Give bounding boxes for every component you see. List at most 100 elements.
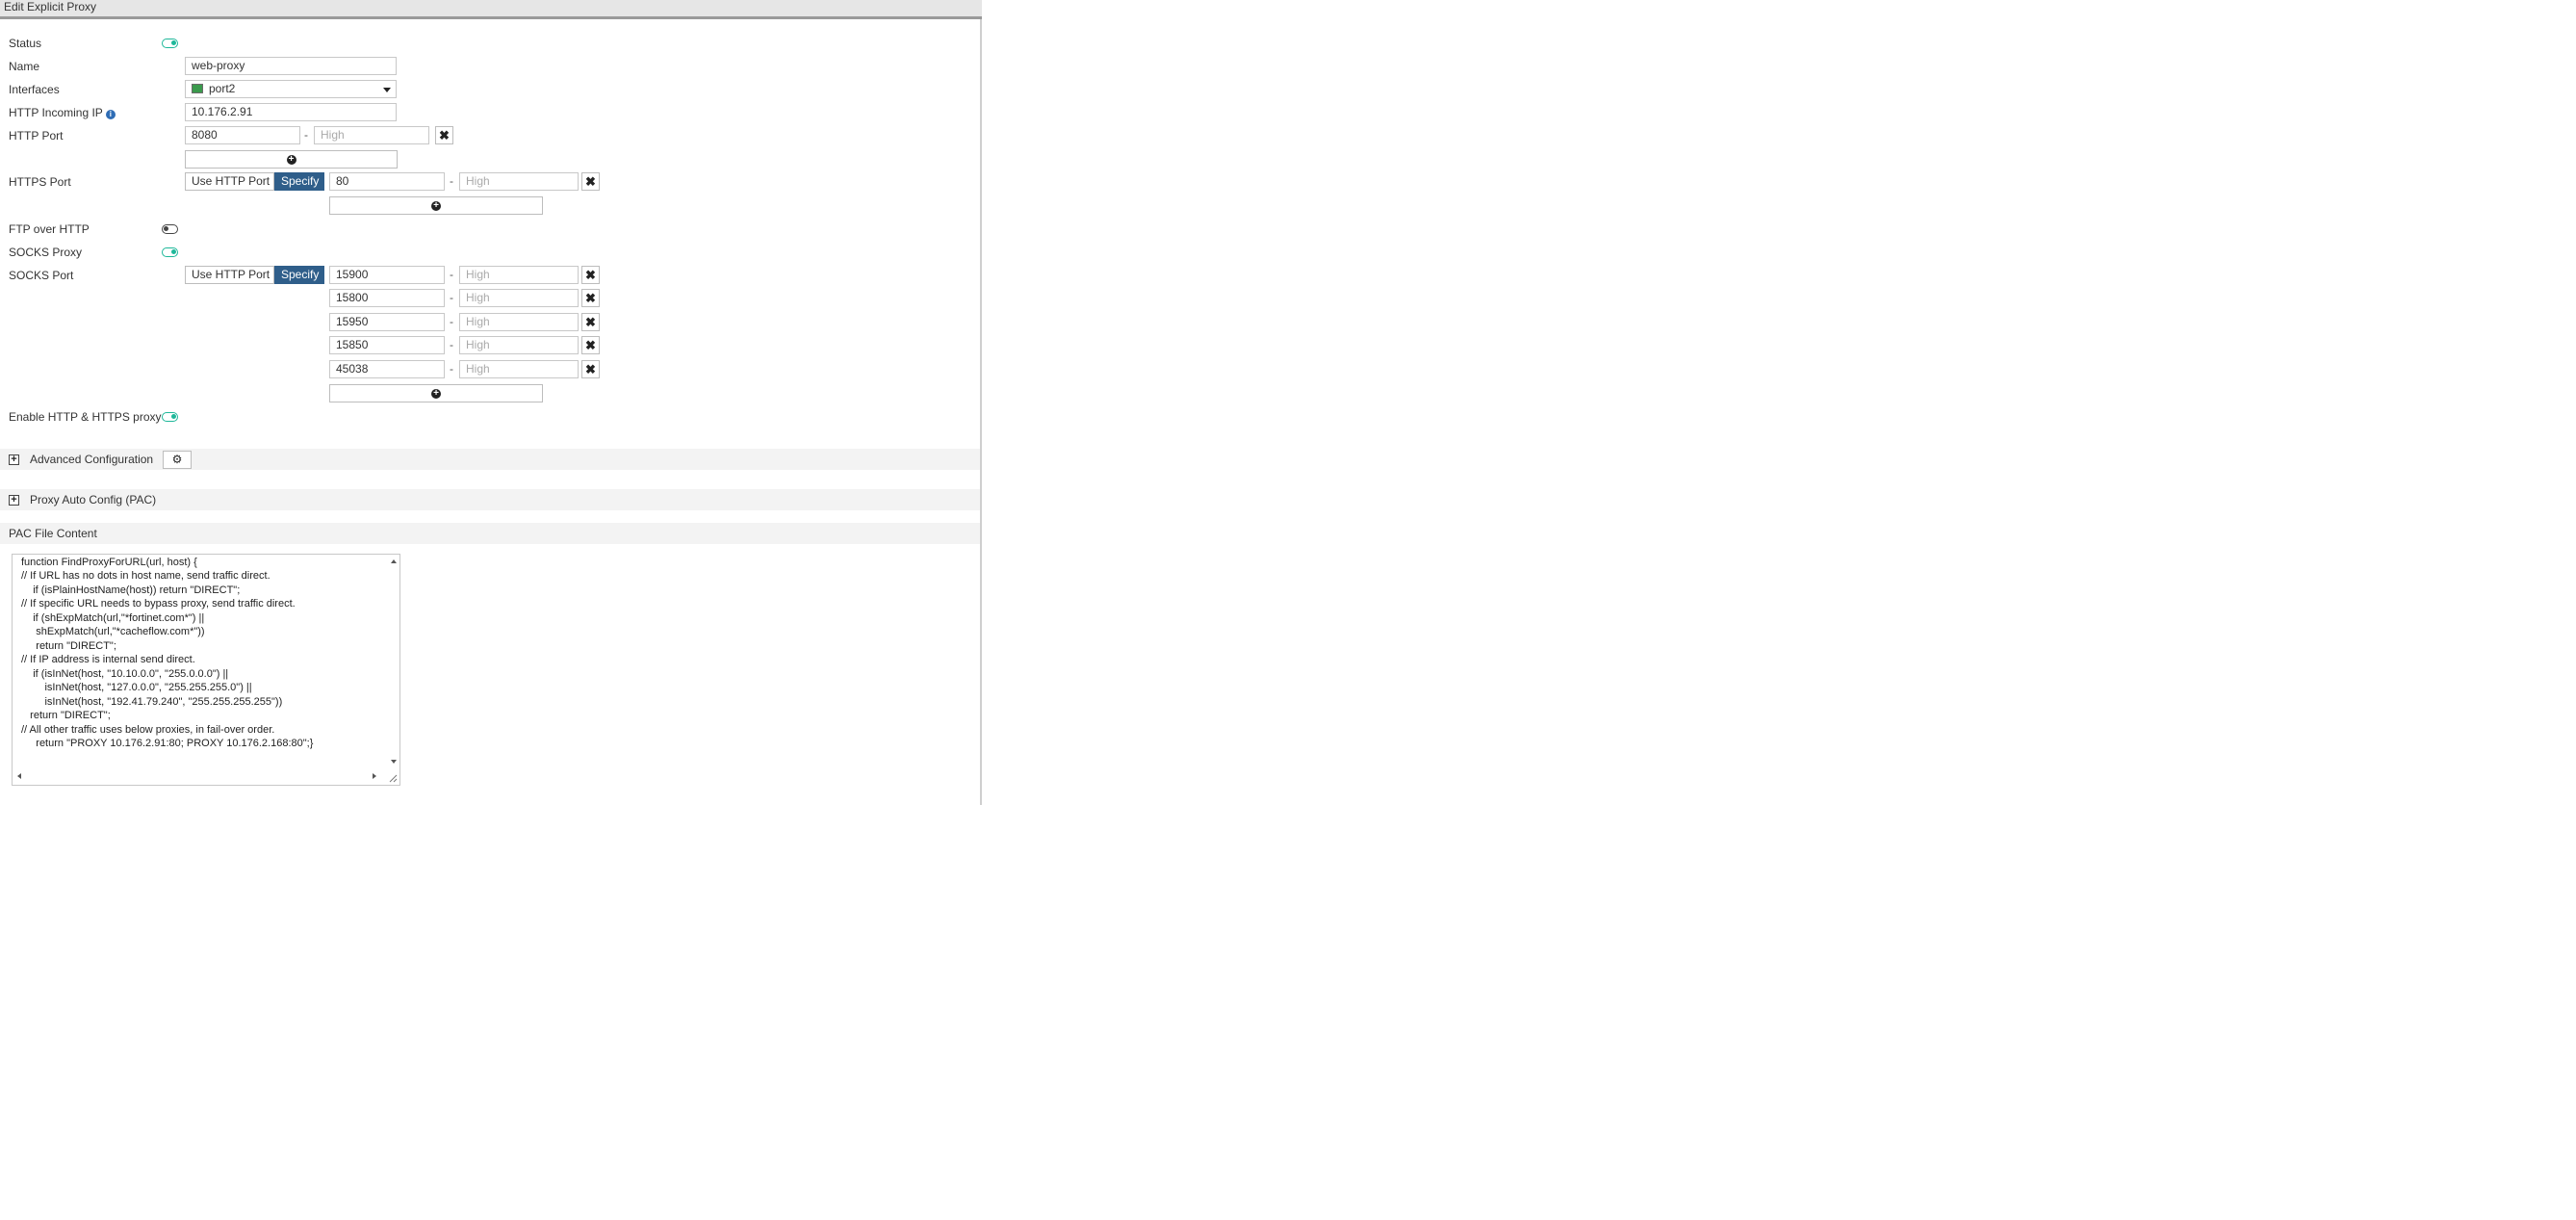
info-icon[interactable]: i bbox=[105, 110, 116, 119]
socks-port-use-http-button[interactable]: Use HTTP Port bbox=[185, 266, 274, 284]
range-separator: - bbox=[450, 291, 453, 304]
pac-line: if (shExpMatch(url,"*fortinet.com*") || bbox=[21, 612, 205, 624]
close-icon: ✖ bbox=[585, 291, 596, 305]
pac-line: shExpMatch(url,"*cacheflow.com*")) bbox=[21, 626, 205, 637]
socks-port-low-input[interactable]: 15900 bbox=[329, 266, 445, 284]
socks-port-low-input[interactable]: 15800 bbox=[329, 289, 445, 307]
http-incoming-ip-label: HTTP Incoming IP i bbox=[9, 106, 116, 119]
socks-proxy-label: SOCKS Proxy bbox=[9, 246, 83, 259]
pac-line: if (isInNet(host, "10.10.0.0", "255.0.0.… bbox=[21, 668, 229, 680]
enable-http-https-proxy-label: Enable HTTP & HTTPS proxy bbox=[9, 410, 162, 424]
ftp-over-http-label: FTP over HTTP bbox=[9, 222, 90, 236]
https-port-use-http-button[interactable]: Use HTTP Port bbox=[185, 172, 274, 191]
pac-line: // If specific URL needs to bypass proxy… bbox=[21, 598, 296, 610]
https-port-specify-button[interactable]: Specify bbox=[274, 172, 324, 191]
socks-port-high-input[interactable]: High bbox=[459, 313, 579, 331]
add-icon: + bbox=[431, 389, 441, 399]
close-icon: ✖ bbox=[585, 338, 596, 352]
pac-file-content-textarea[interactable]: function FindProxyForURL(url, host) { //… bbox=[12, 554, 400, 786]
socks-port-remove-button[interactable]: ✖ bbox=[581, 360, 600, 378]
chevron-down-icon bbox=[383, 88, 391, 92]
pac-line: return "DIRECT"; bbox=[21, 710, 111, 721]
expand-icon[interactable]: + bbox=[9, 454, 19, 465]
socks-port-remove-button[interactable]: ✖ bbox=[581, 313, 600, 331]
scroll-up-arrow-icon[interactable] bbox=[391, 559, 397, 563]
status-label: Status bbox=[9, 37, 42, 50]
https-port-low-input[interactable]: 80 bbox=[329, 172, 445, 191]
close-icon: ✖ bbox=[585, 315, 596, 329]
edit-explicit-proxy-panel: Edit Explicit Proxy Status Name web-prox… bbox=[0, 0, 982, 805]
gear-icon: ⚙ bbox=[171, 453, 183, 466]
https-port-high-input[interactable]: High bbox=[459, 172, 579, 191]
https-port-label: HTTPS Port bbox=[9, 175, 71, 189]
range-separator: - bbox=[450, 268, 453, 281]
proxy-auto-config-section[interactable]: + Proxy Auto Config (PAC) bbox=[0, 489, 980, 510]
socks-port-high-input[interactable]: High bbox=[459, 266, 579, 284]
expand-icon[interactable]: + bbox=[9, 495, 19, 506]
https-port-add-button[interactable]: + bbox=[329, 196, 543, 215]
pac-line: return "PROXY 10.176.2.91:80; PROXY 10.1… bbox=[21, 738, 314, 749]
resize-handle-icon[interactable] bbox=[388, 773, 398, 783]
range-separator: - bbox=[304, 128, 308, 142]
http-incoming-ip-input[interactable]: 10.176.2.91 bbox=[185, 103, 397, 121]
add-icon: + bbox=[286, 155, 296, 165]
socks-port-low-input[interactable]: 45038 bbox=[329, 360, 445, 378]
pac-line: if (isPlainHostName(host)) return "DIREC… bbox=[21, 584, 241, 596]
socks-port-add-button[interactable]: + bbox=[329, 384, 543, 402]
port-flag-icon bbox=[192, 84, 203, 93]
interfaces-label: Interfaces bbox=[9, 83, 60, 96]
advanced-settings-button[interactable]: ⚙ bbox=[163, 451, 192, 469]
range-separator: - bbox=[450, 315, 453, 328]
range-separator: - bbox=[450, 362, 453, 376]
proxy-auto-config-title: Proxy Auto Config (PAC) bbox=[30, 493, 157, 506]
ftp-over-http-toggle[interactable] bbox=[162, 224, 178, 234]
socks-proxy-toggle[interactable] bbox=[162, 247, 178, 257]
socks-port-high-input[interactable]: High bbox=[459, 289, 579, 307]
https-port-remove-button[interactable]: ✖ bbox=[581, 172, 600, 191]
range-separator: - bbox=[450, 338, 453, 351]
interfaces-select[interactable]: port2 bbox=[185, 80, 397, 98]
pac-line: function FindProxyForURL(url, host) { bbox=[21, 557, 197, 568]
http-incoming-ip-text: HTTP Incoming IP bbox=[9, 106, 103, 119]
socks-port-low-input[interactable]: 15950 bbox=[329, 313, 445, 331]
enable-http-https-proxy-toggle[interactable] bbox=[162, 412, 178, 422]
close-icon: ✖ bbox=[585, 362, 596, 376]
status-toggle[interactable] bbox=[162, 39, 178, 48]
http-port-low-input[interactable]: 8080 bbox=[185, 126, 300, 144]
pac-file-content-section: PAC File Content bbox=[0, 523, 980, 544]
socks-port-specify-button[interactable]: Specify bbox=[274, 266, 324, 284]
add-icon: + bbox=[431, 201, 441, 211]
scroll-right-arrow-icon[interactable] bbox=[373, 773, 376, 779]
http-port-remove-button[interactable]: ✖ bbox=[435, 126, 453, 144]
scroll-down-arrow-icon[interactable] bbox=[391, 760, 397, 764]
close-icon: ✖ bbox=[585, 174, 596, 189]
name-label: Name bbox=[9, 60, 40, 73]
socks-port-high-input[interactable]: High bbox=[459, 336, 579, 354]
range-separator: - bbox=[450, 174, 453, 188]
pac-line: isInNet(host, "192.41.79.240", "255.255.… bbox=[21, 696, 283, 708]
http-port-add-button[interactable]: + bbox=[185, 150, 398, 169]
close-icon: ✖ bbox=[585, 268, 596, 282]
advanced-configuration-title: Advanced Configuration bbox=[30, 453, 154, 466]
http-port-high-input[interactable]: High bbox=[314, 126, 429, 144]
name-input[interactable]: web-proxy bbox=[185, 57, 397, 75]
socks-port-low-input[interactable]: 15850 bbox=[329, 336, 445, 354]
socks-port-label: SOCKS Port bbox=[9, 269, 74, 282]
socks-port-remove-button[interactable]: ✖ bbox=[581, 266, 600, 284]
scroll-left-arrow-icon[interactable] bbox=[17, 773, 21, 779]
window-title: Edit Explicit Proxy bbox=[4, 0, 97, 13]
pac-file-content-title: PAC File Content bbox=[9, 527, 97, 540]
advanced-configuration-section[interactable]: + Advanced Configuration ⚙ bbox=[0, 449, 980, 470]
interfaces-value: port2 bbox=[209, 82, 236, 95]
socks-port-remove-button[interactable]: ✖ bbox=[581, 289, 600, 307]
pac-line: return "DIRECT"; bbox=[21, 640, 116, 652]
window-titlebar: Edit Explicit Proxy bbox=[0, 0, 982, 19]
pac-line: // All other traffic uses below proxies,… bbox=[21, 724, 275, 736]
close-icon: ✖ bbox=[439, 128, 450, 143]
pac-line: // If URL has no dots in host name, send… bbox=[21, 570, 270, 582]
http-port-label: HTTP Port bbox=[9, 129, 64, 143]
socks-port-high-input[interactable]: High bbox=[459, 360, 579, 378]
pac-line: isInNet(host, "127.0.0.0", "255.255.255.… bbox=[21, 682, 252, 693]
socks-port-remove-button[interactable]: ✖ bbox=[581, 336, 600, 354]
pac-line: // If IP address is internal send direct… bbox=[21, 654, 195, 665]
